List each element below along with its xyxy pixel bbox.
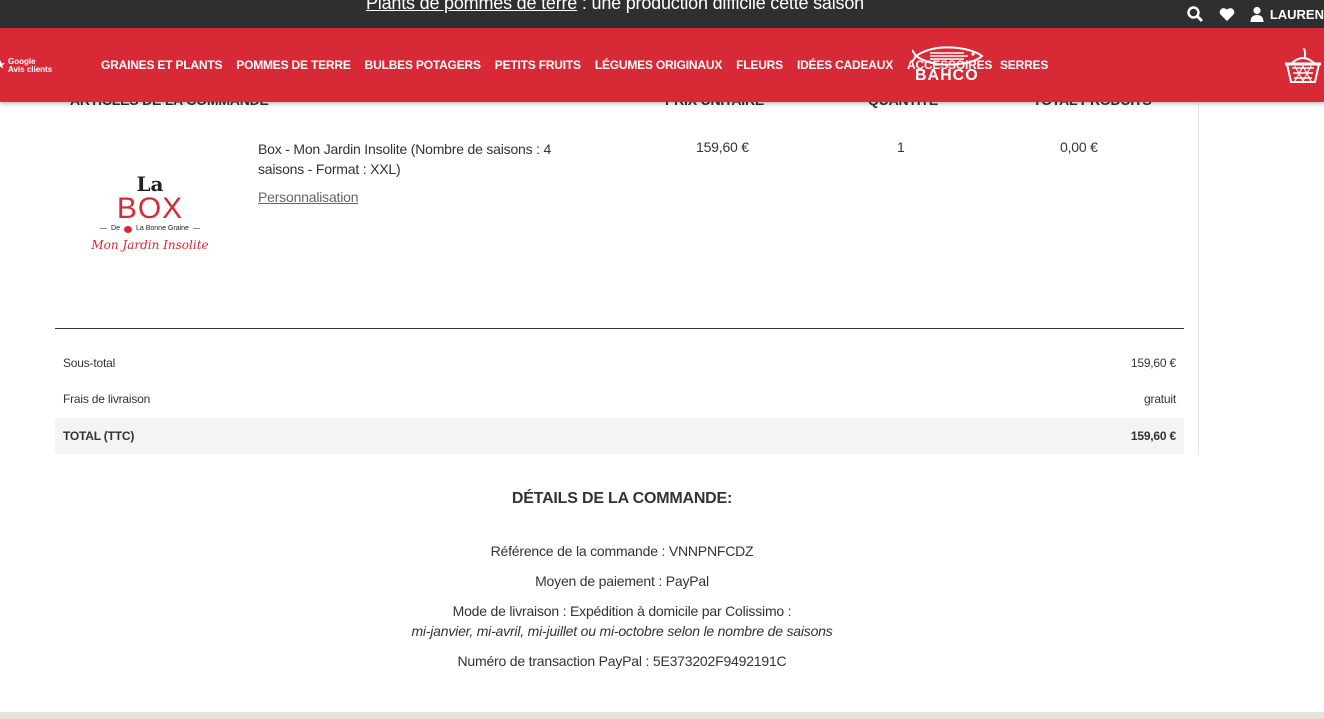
product-image[interactable]: La BOX — De La Bonne Graine — Mon Jardin…	[88, 174, 212, 264]
table-border	[1198, 102, 1199, 454]
account-link[interactable]: LAUREN	[1250, 6, 1324, 22]
logo-box: BOX	[116, 192, 184, 225]
cart-basket-icon[interactable]	[1283, 46, 1323, 86]
tomato-icon	[124, 225, 132, 233]
google-reviews-badge[interactable]: ★ Google Avis clients	[0, 58, 52, 74]
order-reference: Référence de la commande : VNNPNFCDZ	[490, 543, 754, 559]
promo-link[interactable]: Plants de pommes de terre	[366, 0, 577, 13]
order-details-title: DÉTAILS DE LA COMMANDE:	[511, 490, 733, 507]
nav-menu: GRAINES ET PLANTS POMMES DE TERRE BULBES…	[101, 58, 992, 72]
logo-brand: La Bonne Graine	[136, 225, 189, 232]
nav-item-petits-fruits[interactable]: PETITS FRUITS	[495, 58, 581, 72]
nav-item-idees-cadeaux[interactable]: IDÉES CADEAUX	[797, 58, 893, 72]
delivery-method: Mode de livraison : Expédition à domicil…	[452, 603, 792, 619]
heart-icon[interactable]	[1218, 5, 1236, 23]
main-nav: ★ Google Avis clients GRAINES ET PLANTS …	[0, 28, 1324, 102]
shipping-value: gratuit	[1144, 392, 1176, 406]
nav-item-graines[interactable]: GRAINES ET PLANTS	[101, 58, 222, 72]
unit-price: 159,60 €	[696, 139, 749, 155]
total-value: 159,60 €	[1130, 429, 1176, 443]
google-sublabel: Avis clients	[7, 65, 53, 74]
payment-method: Moyen de paiement : PayPal	[535, 573, 709, 589]
subtotal-value: 159,60 €	[1130, 356, 1176, 370]
nav-item-legumes[interactable]: LÉGUMES ORIGINAUX	[595, 58, 722, 72]
user-icon	[1250, 6, 1264, 22]
paypal-transaction: Numéro de transaction PayPal : 5E373202F…	[457, 653, 787, 669]
line-total: 0,00 €	[1060, 139, 1098, 155]
delivery-note: mi-janvier, mi-avril, mi-juillet ou mi-o…	[411, 623, 833, 639]
total-label: TOTAL (TTC)	[63, 429, 135, 443]
table-divider	[55, 328, 1184, 329]
product-description: Box - Mon Jardin Insolite (Nombre de sai…	[258, 141, 552, 177]
nav-item-pommes-de-terre[interactable]: POMMES DE TERRE	[236, 58, 351, 72]
bahco-wordmark: BAHCO	[915, 67, 979, 84]
bahco-logo[interactable]: BAHCO	[911, 43, 984, 87]
logo-subline: — De La Bonne Graine —	[100, 225, 200, 233]
promo-banner: Plants de pommes de terre : une producti…	[366, 0, 864, 14]
logo-la: La	[136, 172, 164, 196]
nav-item-fleurs[interactable]: FLEURS	[736, 58, 783, 72]
personalisation-link[interactable]: Personnalisation	[258, 189, 359, 205]
subtotal-label: Sous-total	[63, 356, 116, 370]
nav-item-serres[interactable]: SERRES	[1000, 58, 1048, 72]
fish-icon	[911, 46, 984, 66]
search-icon[interactable]	[1186, 5, 1204, 23]
logo-script: Mon Jardin Insolite	[91, 238, 209, 252]
logo-de: De	[111, 225, 120, 232]
star-icon: ★	[0, 60, 5, 71]
user-name: LAUREN	[1269, 6, 1324, 22]
shipping-row: Frais de livraison gratuit	[55, 381, 1184, 417]
promo-text: : une production difficile cette saison	[577, 0, 864, 13]
subtotal-row: Sous-total 159,60 €	[55, 345, 1184, 381]
shipping-label: Frais de livraison	[63, 392, 151, 406]
nav-item-bulbes[interactable]: BULBES POTAGERS	[365, 58, 481, 72]
quantity: 1	[897, 139, 905, 155]
top-bar: Plants de pommes de terre : une producti…	[0, 0, 1324, 28]
footer-edge	[0, 712, 1324, 719]
total-row: TOTAL (TTC) 159,60 €	[55, 418, 1184, 454]
header-icons: LAUREN	[1186, 0, 1324, 28]
